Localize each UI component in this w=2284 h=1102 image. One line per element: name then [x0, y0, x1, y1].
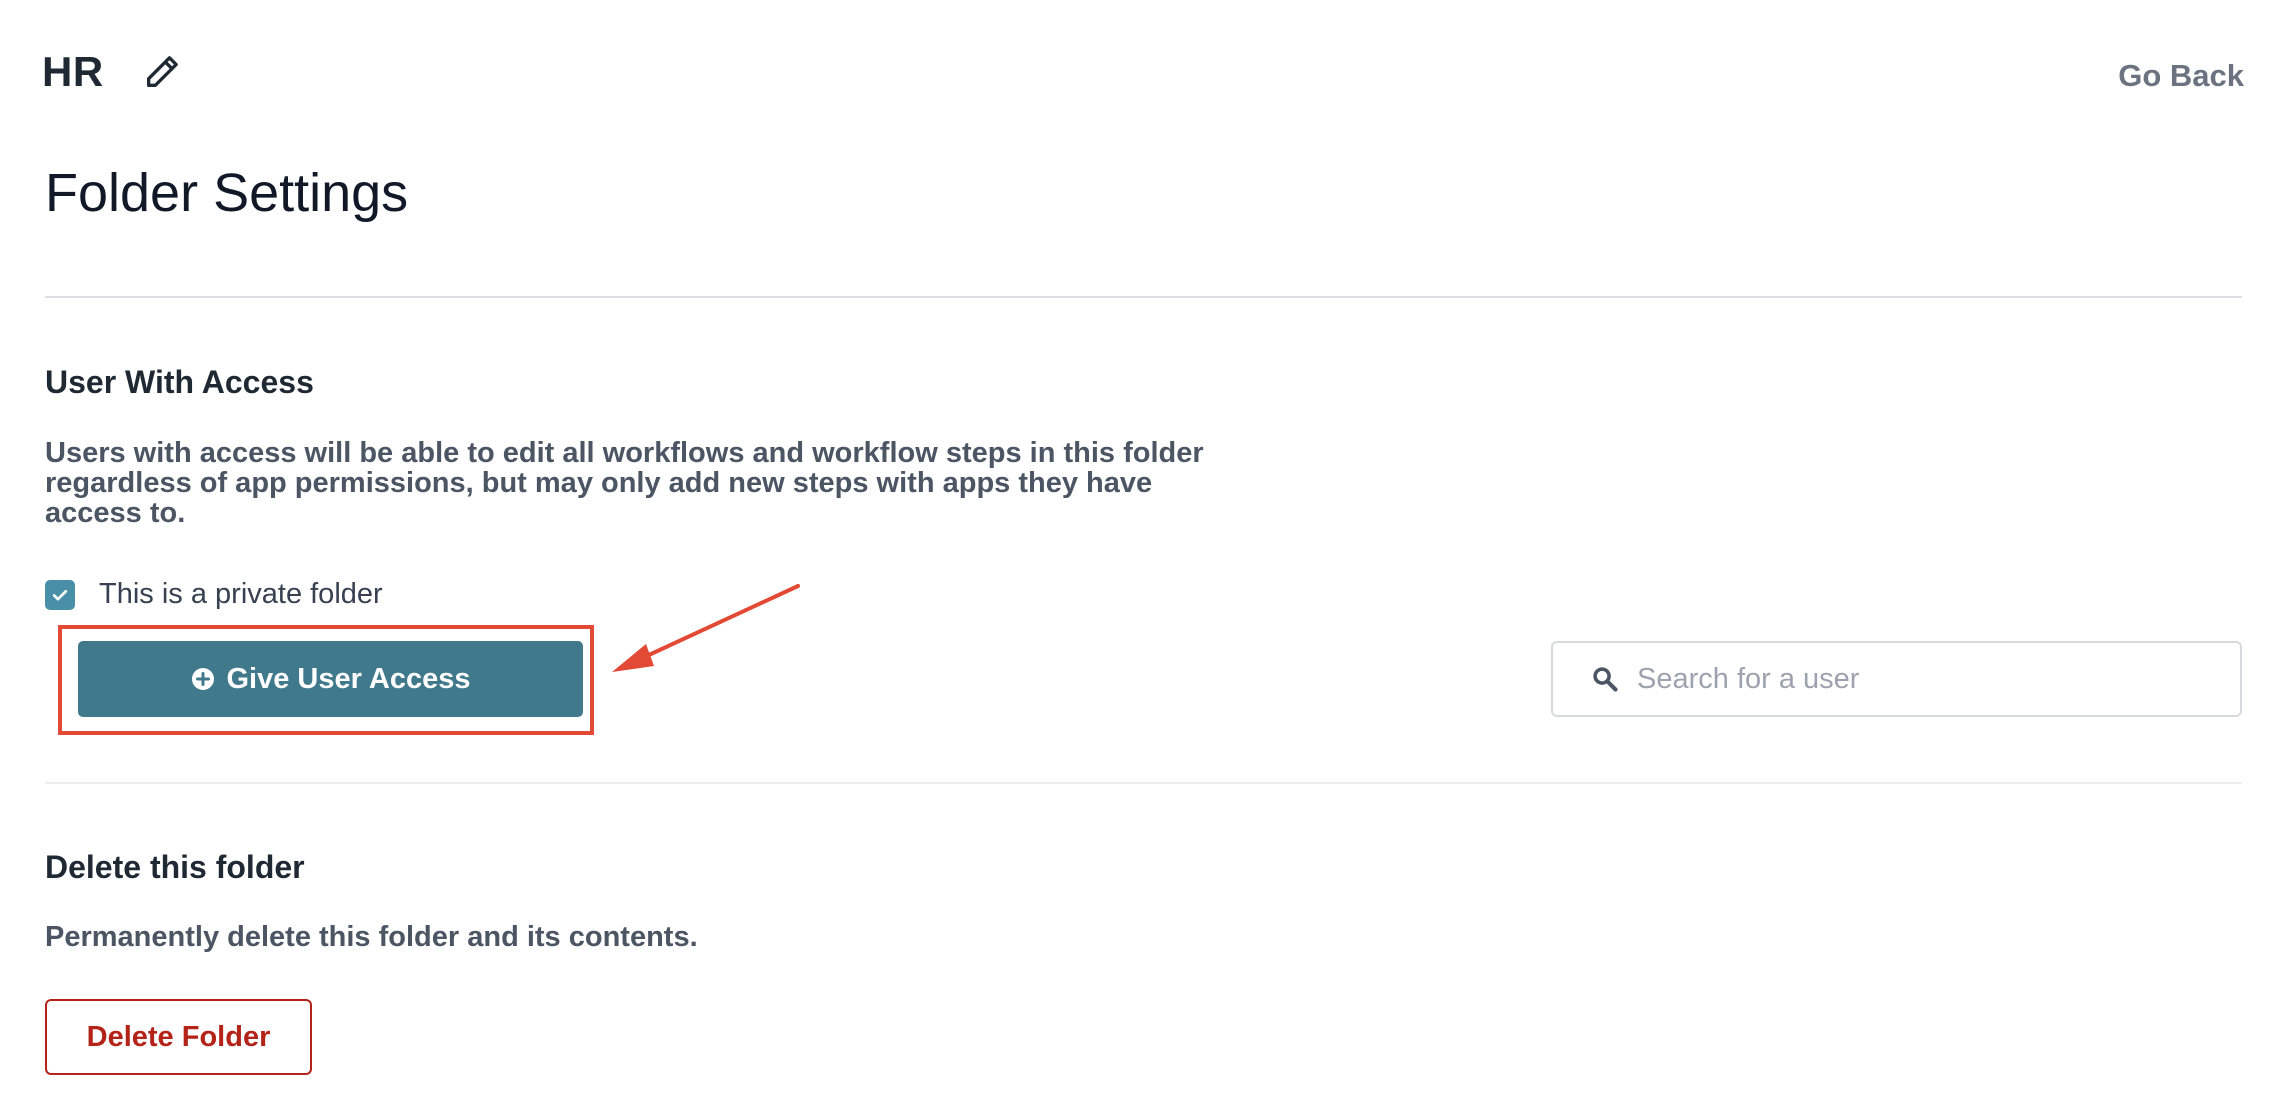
go-back-link[interactable]: Go Back: [2118, 58, 2244, 94]
delete-folder-button[interactable]: Delete Folder: [45, 999, 312, 1075]
plus-circle-icon: [191, 667, 215, 691]
page-title: Folder Settings: [45, 163, 409, 223]
annotation-arrow: [612, 584, 800, 672]
section-divider: [45, 782, 2242, 784]
access-section-title: User With Access: [45, 364, 314, 400]
private-folder-label: This is a private folder: [99, 578, 383, 610]
user-search-box[interactable]: [1551, 641, 2242, 717]
private-folder-checkbox[interactable]: [45, 579, 75, 610]
search-icon: [1591, 665, 1619, 693]
delete-section-title: Delete this folder: [45, 849, 305, 885]
private-folder-checkbox-row[interactable]: This is a private folder: [45, 578, 383, 611]
access-section-description: Users with access will be able to edit a…: [45, 437, 1204, 529]
page-header: HR: [42, 42, 184, 102]
delete-section-description: Permanently delete this folder and its c…: [45, 921, 698, 953]
title-divider: [45, 296, 2242, 298]
give-user-access-button[interactable]: Give User Access: [78, 641, 583, 717]
user-search-input[interactable]: [1635, 661, 2219, 697]
folder-name: HR: [42, 48, 104, 95]
pencil-icon[interactable]: [140, 50, 184, 94]
give-user-access-label: Give User Access: [226, 662, 471, 695]
checkmark-icon: [52, 589, 68, 600]
